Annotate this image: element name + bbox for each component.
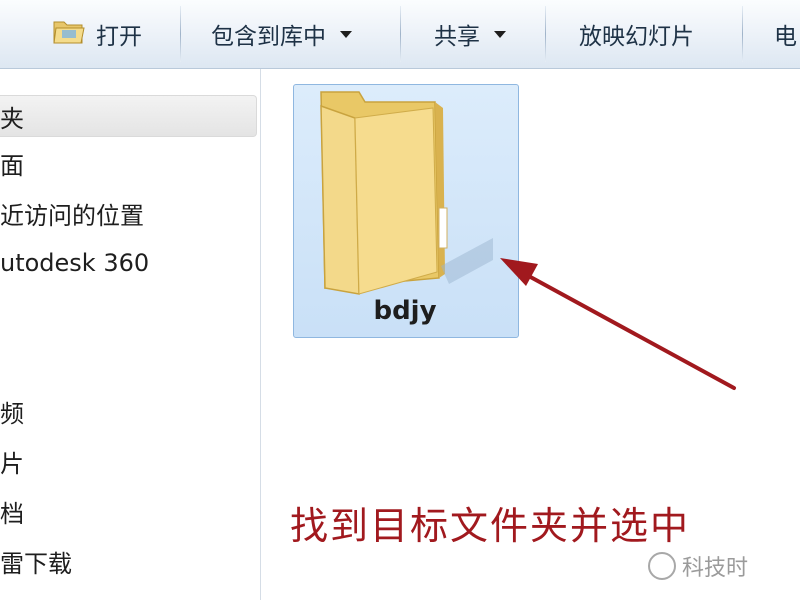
chevron-down-icon xyxy=(340,30,352,38)
folder-name[interactable]: bdjy xyxy=(293,296,517,326)
toolbar-separator xyxy=(545,6,546,62)
watermark-text: 科技时 xyxy=(682,556,749,581)
command-bar: 打开 包含到库中 共享 放映幻灯片 电 xyxy=(0,0,800,69)
nav-item-label: 雷下载 xyxy=(0,549,72,578)
toolbar-separator xyxy=(180,6,181,62)
nav-item-videos[interactable]: 频 xyxy=(0,391,256,431)
nav-item-label: 夹夹 xyxy=(0,104,24,133)
nav-item-label: 档 xyxy=(0,499,24,528)
include-in-library-button[interactable]: 包含到库中 xyxy=(211,0,352,68)
nav-item-label: 近访问的位置 xyxy=(0,201,144,230)
nav-item-pictures[interactable]: 片 xyxy=(0,441,256,481)
open-folder-icon xyxy=(52,16,86,52)
nav-item-thunder-downloads[interactable]: 雷下载 xyxy=(0,541,256,581)
annotation-arrow xyxy=(500,258,736,390)
toolbar-separator xyxy=(400,6,401,62)
include-in-library-label: 包含到库中 xyxy=(211,24,326,50)
nav-item-desktop[interactable]: 面 xyxy=(0,143,256,183)
navigation-pane: 夹夹 面 近访问的位置 utodesk 360 频 片 档 雷下载 xyxy=(0,69,258,600)
nav-item-label: 片 xyxy=(0,449,24,478)
watermark-logo-icon xyxy=(648,552,676,580)
pane-divider[interactable] xyxy=(260,69,261,600)
slideshow-button[interactable]: 放映幻灯片 xyxy=(579,0,694,68)
nav-item-documents[interactable]: 档 xyxy=(0,491,256,531)
email-label: 电 xyxy=(774,24,797,50)
nav-item-favorites[interactable]: 夹夹 xyxy=(0,95,257,137)
chevron-down-icon xyxy=(494,30,506,38)
watermark: 科技时 xyxy=(648,550,748,582)
share-button[interactable]: 共享 xyxy=(434,0,506,68)
nav-item-label: 面 xyxy=(0,151,24,180)
nav-item-recent-places[interactable]: 近访问的位置 xyxy=(0,193,256,233)
annotation-caption: 找到目标文件夹并选中 xyxy=(290,504,691,548)
share-label: 共享 xyxy=(434,24,480,50)
nav-item-autodesk-360[interactable]: utodesk 360 xyxy=(0,243,256,283)
email-button[interactable]: 电 xyxy=(774,0,797,68)
open-button[interactable]: 打开 xyxy=(52,0,142,68)
folder-icon xyxy=(320,91,493,295)
toolbar-separator xyxy=(742,6,743,62)
slideshow-label: 放映幻灯片 xyxy=(579,24,694,50)
nav-item-label: utodesk 360 xyxy=(0,249,150,277)
open-label: 打开 xyxy=(96,24,142,50)
nav-item-label: 频 xyxy=(0,399,24,428)
